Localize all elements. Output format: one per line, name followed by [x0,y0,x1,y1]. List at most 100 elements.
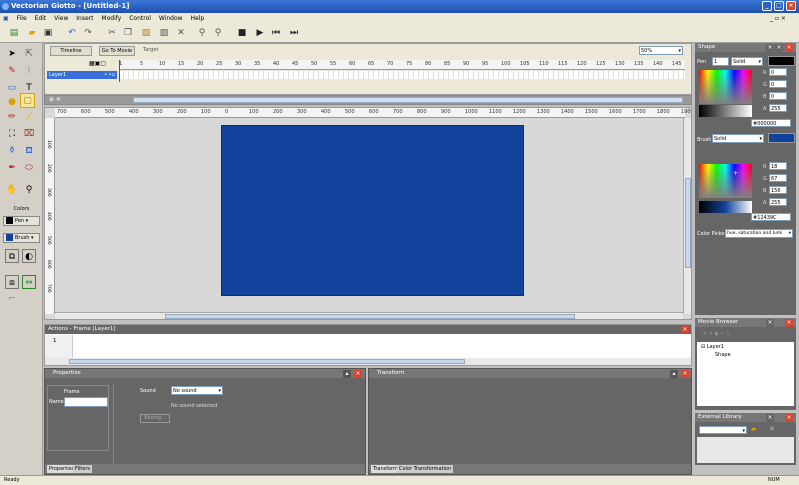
eyedropper-icon[interactable]: ✒ [5,161,19,175]
shape-close-icon[interactable]: × [785,44,793,52]
menu-view[interactable]: View [51,13,71,24]
copy-icon[interactable]: ❐ [122,27,134,39]
paste-icon[interactable]: ▧ [140,27,152,39]
brush-a-input[interactable]: 255 [769,198,787,206]
pen-luminance-slider[interactable] [699,105,752,117]
new-icon[interactable]: ▤ [8,27,20,39]
hand-tool-icon[interactable]: ✋ [5,183,19,197]
add-layer-icon[interactable]: ⊕ ✕ [49,96,61,103]
zoom-select[interactable]: 50% ▾ [639,46,683,55]
menu-control[interactable]: Control [126,13,154,24]
brush-hue-sat-picker[interactable]: + [699,164,752,198]
menu-edit[interactable]: Edit [32,13,50,24]
zoom-in-icon[interactable]: ⚲ [196,27,208,39]
save-icon[interactable]: ▣ [42,27,54,39]
timeline-tab[interactable]: Timeline [50,46,92,56]
minimize-button[interactable]: _ [762,1,772,11]
tab-properties[interactable]: Properties [47,465,77,473]
tab-transform[interactable]: Transform [371,465,400,473]
easing-button[interactable]: Easing... [140,414,170,423]
pen-a-input[interactable]: 255 [769,104,787,112]
library-select[interactable]: ▾ [699,426,747,434]
default-colors-icon[interactable]: ◐ [22,249,36,263]
timeline-scrollbar[interactable] [133,97,683,103]
brush-color-preview[interactable] [768,133,795,143]
pen-style-select[interactable]: Solid ▾ [731,57,763,66]
brush-b-input[interactable]: 156 [769,186,787,194]
external-library-dock-icon[interactable]: × [766,414,774,422]
shape-minimize-icon[interactable]: × [775,44,783,52]
open-icon[interactable]: ▰ [26,27,38,39]
straighten-option-icon[interactable]: ⌐ [5,292,19,306]
actions-hscrollbar[interactable] [45,358,691,365]
close-button[interactable]: × [786,1,796,11]
tab-filters[interactable]: Filters [73,465,92,473]
paint-bucket-icon[interactable]: ⛾ [22,144,36,158]
ink-bottle-icon[interactable]: ⚱ [5,144,19,158]
color-picker-mode-select[interactable]: hue, saturation and lumi ▾ [725,229,793,238]
brush-r-input[interactable]: 18 [769,162,787,170]
actions-close-icon[interactable]: × [681,326,689,334]
lock-tool-icon[interactable]: ⌧ [22,127,36,141]
brush-g-input[interactable]: 67 [769,174,787,182]
pen-b-input[interactable]: 0 [769,92,787,100]
sound-select[interactable]: No sound ▾ [171,386,223,395]
menu-help[interactable]: Help [187,13,207,24]
layer-row[interactable]: Layer1 • •▫ [47,71,117,79]
play-icon[interactable]: ▶ [254,27,266,39]
brush-hex-input[interactable]: #12439C [751,213,791,221]
actions-code-editor[interactable] [73,335,691,359]
open-library-icon[interactable]: ▰ [751,425,756,433]
delete-icon[interactable]: ✕ [175,27,187,39]
transform-tool-icon[interactable]: ⛶ [5,127,19,141]
ellipse-tool-icon[interactable]: ● [5,95,19,109]
line-tool-icon[interactable]: ⟋ [22,110,36,124]
rounded-rect-tool-icon[interactable]: ▢ [20,93,35,108]
frame-name-input[interactable] [64,397,108,407]
properties-close-icon[interactable]: × [354,370,362,378]
maximize-button[interactable]: □ [774,1,784,11]
stage-rectangle-shape[interactable] [221,125,524,296]
zoom-tool-icon[interactable]: ⚲ [22,183,36,197]
pen-color-preview[interactable] [768,56,795,66]
go-to-movie-button[interactable]: Go To Movie [99,46,135,56]
pen-hex-input[interactable]: #000000 [751,119,791,127]
pencil-tool-icon[interactable]: ✎ [5,64,19,78]
remove-library-icon[interactable]: ✕ [769,425,775,433]
pen-color-selector[interactable]: Pen ▾ [3,216,40,226]
eraser-icon[interactable]: ⬭ [22,161,36,175]
menu-window[interactable]: Window [156,13,186,24]
paste-in-place-icon[interactable]: ▨ [158,27,170,39]
smooth-option-icon[interactable]: ⇔ [22,275,36,289]
menu-modify[interactable]: Modify [98,13,124,24]
tree-item-shape[interactable]: Shape [697,352,794,358]
redo-icon[interactable]: ↷ [82,27,94,39]
stop-icon[interactable]: ■ [236,27,248,39]
transform-dock-icon[interactable]: ▴ [670,370,678,378]
playhead[interactable] [119,60,120,82]
pen-width-input[interactable]: 1 [712,57,729,66]
subselect-tool-icon[interactable]: ⇱ [22,47,36,61]
transform-close-icon[interactable]: × [681,370,689,378]
movie-browser-toolbar-icons[interactable]: ✕ ✦ ◆ ✧ ▢ [703,331,731,337]
properties-dock-icon[interactable]: ▴ [343,370,351,378]
snap-option-icon[interactable]: ⧈ [5,275,19,289]
layer-visibility-icons[interactable]: ▦▣▢ [89,60,106,67]
rectangle-tool-icon[interactable]: ▭ [5,81,19,95]
brush-style-select[interactable]: Solid ▾ [712,134,764,143]
undo-icon[interactable]: ↶ [66,27,78,39]
movie-browser-close-icon[interactable]: × [785,319,793,327]
brush-luminance-slider[interactable] [699,201,752,213]
zoom-out-icon[interactable]: ⚲ [212,27,224,39]
rewind-icon[interactable]: ⏮ [270,27,282,39]
stage-hscrollbar[interactable] [55,312,683,319]
mdi-controls[interactable]: _ ▫ × [770,13,786,24]
arrow-tool-icon[interactable]: ➤ [5,47,19,61]
brush-color-selector[interactable]: Brush ▾ [3,233,40,243]
tab-color-transformation[interactable]: Color Transformation [397,465,454,473]
movie-browser-dock-icon[interactable]: × [766,319,774,327]
pen-hue-sat-picker[interactable] [699,70,752,104]
brush-tool-icon[interactable]: ✏ [5,110,19,124]
external-library-close-icon[interactable]: × [785,414,793,422]
pen-g-input[interactable]: 0 [769,80,787,88]
